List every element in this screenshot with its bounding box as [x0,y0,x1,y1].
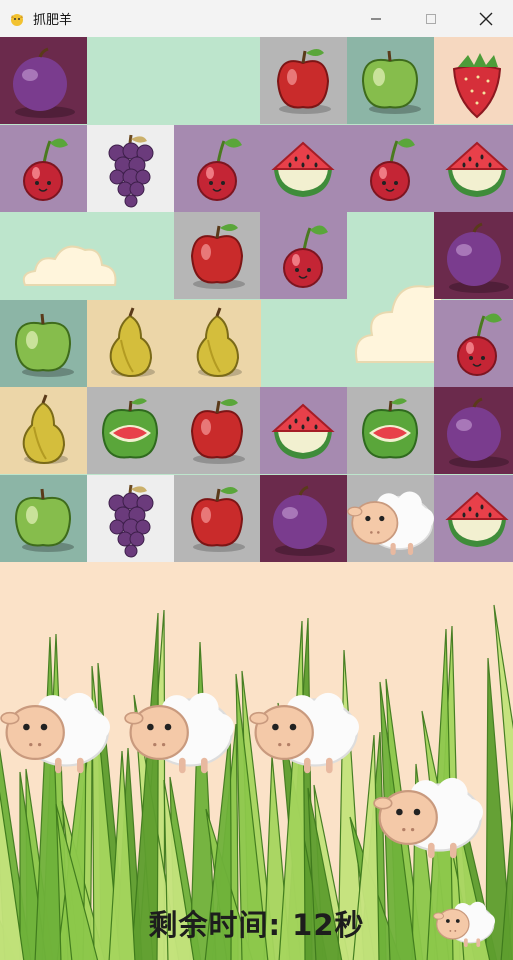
pear-icon [196,306,242,377]
tile-watermelon[interactable] [434,474,513,562]
maximize-button[interactable] [408,0,454,37]
field-sheep[interactable] [0,672,110,786]
tile-sheep[interactable] [347,474,434,562]
close-icon [479,12,493,25]
strawberry-icon [452,53,502,119]
red-apple-icon [276,49,331,114]
tile-green-apple[interactable] [0,474,87,562]
tile-strawberry[interactable] [434,37,513,124]
plum-icon [447,222,509,293]
grape-icon [108,484,154,557]
watermelon-icon [445,491,509,547]
window-title: 抓肥羊 [33,13,73,28]
tile-cherry[interactable] [174,124,261,212]
red-apple-icon [190,486,245,552]
tile-watermelon[interactable] [260,387,347,474]
watermelon-icon [271,403,335,459]
sheep-icon [347,491,434,555]
sheep-icon [249,692,359,774]
tile-green-apple[interactable] [347,37,434,124]
green-apple-icon [14,313,74,377]
red-apple-icon [190,399,245,464]
tile-grape[interactable] [87,474,174,562]
sheep-field [0,562,513,960]
red-apple-icon [190,224,245,289]
plum-icon [13,47,75,118]
tile-red-apple[interactable] [174,474,261,562]
cherry-icon [23,137,68,201]
tile-plum[interactable] [434,212,513,299]
cherry-icon [197,137,242,201]
title-bar: 抓肥羊 [0,0,513,37]
tile-cherry[interactable] [347,124,434,212]
tile-melon-apple[interactable] [347,387,434,474]
minimize-button[interactable] [353,0,399,37]
tile-melon-apple[interactable] [87,387,174,474]
sheep-icon [373,777,483,859]
tile-cherry[interactable] [434,299,513,387]
tile-plum[interactable] [0,37,87,124]
tile-cherry[interactable] [260,212,347,299]
cherry-icon [370,137,415,201]
pear-icon [22,394,68,465]
tile-red-apple[interactable] [260,37,347,124]
green-apple-icon [14,488,74,552]
field-sheep[interactable] [124,672,234,786]
grape-icon [108,134,154,207]
tile-grape[interactable] [87,124,174,212]
green-apple-icon [361,50,421,114]
tile-watermelon[interactable] [260,124,347,212]
tile-green-apple[interactable] [0,299,87,387]
plum-icon [273,485,335,556]
tile-cherry[interactable] [0,124,87,212]
tile-pear[interactable] [0,387,87,474]
field-sheep[interactable] [373,757,483,871]
tile-pear[interactable] [174,299,261,387]
tile-pear[interactable] [87,299,174,387]
sheep-icon [124,692,234,774]
cherry-icon [457,312,502,376]
sheep-icon [0,692,110,774]
plum-icon [447,397,509,468]
watermelon-icon [445,141,509,197]
melon-apple-icon [101,398,159,459]
cloud-decoration [22,245,117,286]
field-sheep[interactable] [249,672,359,786]
time-remaining-label: 剩余时间: 12秒 [148,908,365,942]
minimize-icon [371,18,381,19]
tile-red-apple[interactable] [174,387,261,474]
watermelon-icon [271,141,335,197]
close-button[interactable] [463,0,509,37]
cherry-icon [283,225,328,288]
tile-watermelon[interactable] [434,124,513,212]
maximize-icon [426,13,436,24]
cloud-decoration [355,283,442,363]
tile-plum[interactable] [434,387,513,474]
melon-apple-icon [361,398,419,459]
tile-red-apple[interactable] [174,212,261,299]
game-board [0,37,513,562]
app-icon [11,13,23,26]
pear-icon [109,306,155,377]
tile-plum[interactable] [260,474,347,562]
